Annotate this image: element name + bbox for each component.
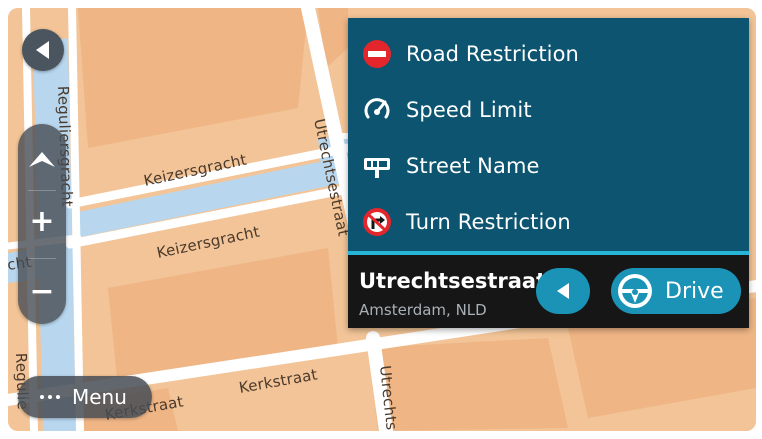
main-menu-button[interactable]: Menu [18,376,152,418]
no-right-turn-icon [360,205,394,239]
chevron-left-icon [557,283,569,299]
zoom-controls: + − [18,124,66,324]
location-footer: Utrechtsestraat Amsterdam, NLD Drive [348,255,749,328]
menu-item-road-restriction[interactable]: Road Restriction [348,26,749,82]
zoom-out-button[interactable]: − [18,264,66,320]
menu-item-speed-limit[interactable]: Speed Limit [348,82,749,138]
zoom-divider [28,258,56,259]
drive-label: Drive [665,278,724,304]
menu-label: Menu [72,385,127,409]
menu-item-label: Street Name [406,154,540,178]
menu-item-label: Turn Restriction [406,210,571,234]
location-popup: Road Restriction Speed Limit Street Name… [348,18,749,328]
chevron-up-icon [29,152,55,167]
chevron-left-icon [36,41,49,59]
zoom-divider [28,190,56,191]
plus-icon: + [29,204,55,239]
back-button[interactable] [22,29,64,71]
steering-wheel-icon [618,274,652,308]
street-sign-icon [360,149,394,183]
location-city: Amsterdam, NLD [359,301,487,319]
zoom-in-button[interactable]: + [18,194,66,250]
tilt-view-button[interactable] [18,132,66,188]
minus-icon: − [29,274,55,309]
menu-item-street-name[interactable]: Street Name [348,138,749,194]
menu-item-label: Speed Limit [406,98,532,122]
menu-item-turn-restriction[interactable]: Turn Restriction [348,194,749,250]
navigation-screen: Keizersgracht Keizersgracht Utrechtsestr… [8,8,756,431]
menu-item-label: Road Restriction [406,42,579,66]
popup-back-button[interactable] [536,268,590,314]
location-street: Utrechtsestraat [359,269,547,293]
report-menu: Road Restriction Speed Limit Street Name… [348,26,749,250]
speedometer-icon [360,93,394,127]
dots-icon [40,395,60,399]
drive-button[interactable]: Drive [611,268,741,314]
no-entry-icon [360,37,394,71]
